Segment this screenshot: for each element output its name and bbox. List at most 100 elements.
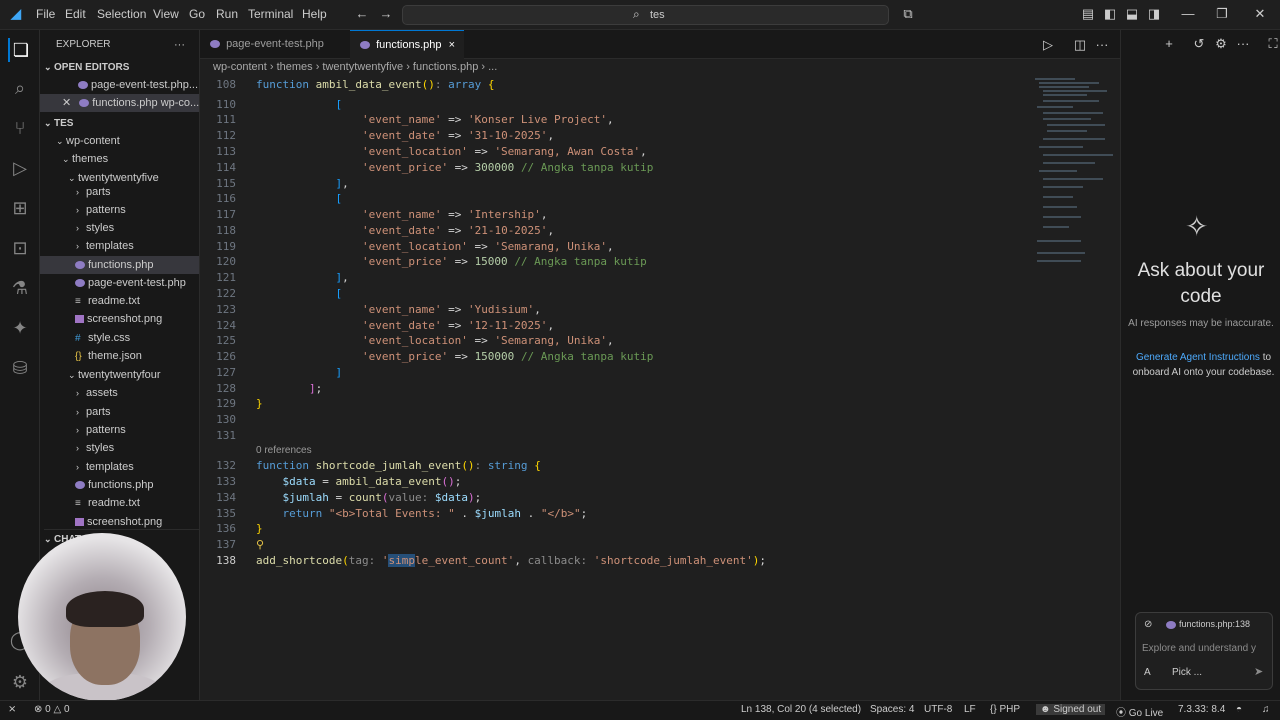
testing-icon[interactable]: ⚗ — [8, 276, 32, 300]
problems-indicator[interactable]: ⊗ 0 △ 0 — [34, 704, 70, 715]
forward-arrow-icon[interactable]: → — [378, 6, 394, 22]
settings-gear-icon[interactable]: ⚙ — [1213, 36, 1229, 52]
generate-instructions-link[interactable]: Generate Agent Instructions — [1136, 352, 1260, 363]
menu-terminal[interactable]: Terminal — [248, 7, 293, 21]
lightbulb-icon[interactable]: ⚲ — [256, 538, 264, 551]
remote-icon[interactable]: ⨯ — [8, 704, 16, 715]
copilot-status-icon[interactable]: ◓ — [1236, 704, 1242, 715]
account-status[interactable]: ☻ Signed out — [1036, 704, 1106, 715]
run-icon[interactable]: ▷ — [1040, 37, 1056, 53]
code-editor[interactable]: 108 function ambil_data_event(): array {… — [200, 76, 1120, 700]
workspace-header[interactable]: ⌄ TES — [44, 114, 199, 132]
tree-folder[interactable]: › styles — [40, 439, 199, 457]
source-control-icon[interactable]: ⑂ — [8, 116, 32, 140]
line-number: 137 — [216, 538, 236, 551]
tree-folder[interactable]: › assets — [40, 384, 199, 402]
encoding[interactable]: UTF-8 — [924, 704, 952, 715]
menu-selection[interactable]: Selection — [97, 7, 146, 21]
language-mode[interactable]: {} PHP — [990, 704, 1020, 715]
indentation[interactable]: Spaces: 4 — [870, 704, 914, 715]
add-icon[interactable]: + — [1161, 36, 1177, 52]
maximize-icon[interactable]: ⛶ — [1265, 36, 1280, 52]
code-line: } — [256, 522, 263, 535]
tree-folder[interactable]: › patterns — [40, 421, 199, 439]
more-actions-icon[interactable]: ··· — [174, 36, 194, 54]
tree-folder[interactable]: › templates — [40, 458, 199, 476]
line-number: 136 — [216, 522, 236, 535]
tree-folder[interactable]: ⌄ wp-content — [40, 132, 199, 150]
settings-gear-icon[interactable]: ⚙ — [8, 670, 32, 694]
history-icon[interactable]: ↺ — [1191, 36, 1207, 52]
menu-file[interactable]: File — [36, 7, 55, 21]
php-file-icon — [75, 481, 85, 490]
line-ending[interactable]: LF — [964, 704, 976, 715]
php-file-icon — [210, 40, 220, 49]
minimize-icon[interactable]: — — [1180, 6, 1196, 22]
chat-input-box[interactable]: ⊘ functions.php:138 Explore and understa… — [1135, 612, 1273, 690]
tree-file[interactable]: ≡ readme.txt — [40, 494, 199, 512]
tree-file-active[interactable]: functions.php — [40, 256, 199, 274]
toggle-secondary-sidebar-icon[interactable]: ◨ — [1146, 6, 1162, 22]
toggle-sidebar-icon[interactable]: ◧ — [1102, 6, 1118, 22]
tab-close-icon[interactable]: × — [449, 39, 455, 51]
php-file-icon — [78, 81, 88, 90]
copilot-icon[interactable]: ⧉ — [900, 6, 916, 22]
tree-file[interactable]: screenshot.png — [40, 310, 199, 328]
open-editor-item[interactable]: page-event-test.php... — [40, 76, 199, 94]
tree-file[interactable]: functions.php — [40, 476, 199, 494]
more-actions-icon[interactable]: ··· — [1094, 37, 1110, 53]
menu-edit[interactable]: Edit — [65, 7, 86, 21]
go-live-button[interactable]: ⦿ Go Live — [1116, 704, 1163, 719]
tab-page-event-test[interactable]: page-event-test.php — [200, 30, 350, 59]
tree-folder[interactable]: ⌄ themes — [40, 150, 199, 168]
open-editor-item-active[interactable]: ✕ functions.php wp-co... — [40, 94, 199, 112]
line-number: 124 — [216, 319, 236, 332]
chat-input-placeholder[interactable]: Explore and understand y — [1142, 643, 1272, 654]
layout-customize-icon[interactable]: ▤ — [1080, 6, 1096, 22]
tree-folder[interactable]: ⌄ twentytwentyfour — [40, 366, 199, 384]
menu-view[interactable]: View — [153, 7, 179, 21]
close-icon[interactable]: ✕ — [62, 97, 71, 109]
send-icon[interactable]: ➤ — [1254, 665, 1263, 678]
toggle-panel-icon[interactable]: ⬓ — [1124, 6, 1140, 22]
menu-run[interactable]: Run — [216, 7, 238, 21]
context-chip[interactable]: functions.php:138 — [1166, 619, 1250, 629]
model-picker[interactable]: Pick ... — [1172, 667, 1202, 678]
database-icon[interactable]: ⛁ — [8, 356, 32, 380]
python-icon[interactable]: ✦ — [8, 316, 32, 340]
run-debug-icon[interactable]: ▷ — [8, 156, 32, 180]
extensions-icon[interactable]: ⊞ — [8, 196, 32, 220]
close-window-icon[interactable]: ✕ — [1252, 6, 1268, 22]
line-number: 125 — [216, 334, 236, 347]
menu-help[interactable]: Help — [302, 7, 327, 21]
attach-icon[interactable]: ⊘ — [1144, 619, 1152, 630]
command-center-search[interactable]: ⌕ tes — [402, 5, 889, 25]
minimap[interactable] — [1033, 76, 1113, 266]
cursor-position[interactable]: Ln 138, Col 20 (4 selected) — [741, 704, 861, 715]
tree-folder[interactable]: › parts — [40, 183, 199, 201]
remote-explorer-icon[interactable]: ⊡ — [8, 236, 32, 260]
breadcrumb[interactable]: wp-content › themes › twentytwentyfive ›… — [213, 61, 497, 73]
codelens-references[interactable]: 0 references — [256, 445, 312, 456]
tree-folder[interactable]: › parts — [40, 403, 199, 421]
restore-icon[interactable]: ❐ — [1214, 6, 1230, 22]
tree-folder[interactable]: › templates — [40, 237, 199, 255]
split-editor-icon[interactable]: ◫ — [1072, 37, 1088, 53]
tab-functions-php[interactable]: functions.php × — [350, 30, 464, 59]
tree-folder[interactable]: › patterns — [40, 201, 199, 219]
back-arrow-icon[interactable]: ← — [354, 6, 370, 22]
open-editors-header[interactable]: ⌄ OPEN EDITORS — [44, 58, 199, 76]
tree-file[interactable]: page-event-test.php — [40, 274, 199, 292]
tree-file[interactable]: # style.css — [40, 329, 199, 347]
notifications-icon[interactable]: ♫ — [1262, 704, 1270, 715]
mode-picker[interactable]: A — [1144, 667, 1151, 678]
php-version[interactable]: 7.3.33: 8.4 — [1178, 704, 1225, 715]
explorer-icon[interactable]: ❏ — [8, 38, 32, 62]
tree-file[interactable]: {} theme.json — [40, 347, 199, 365]
tree-folder[interactable]: › styles — [40, 219, 199, 237]
tree-file[interactable]: ≡ readme.txt — [40, 292, 199, 310]
menu-go[interactable]: Go — [189, 7, 205, 21]
search-view-icon[interactable]: ⌕ — [8, 76, 32, 100]
chat-instructions: Generate Agent Instructions to onboard A… — [1132, 352, 1275, 378]
more-actions-icon[interactable]: ··· — [1235, 36, 1251, 52]
